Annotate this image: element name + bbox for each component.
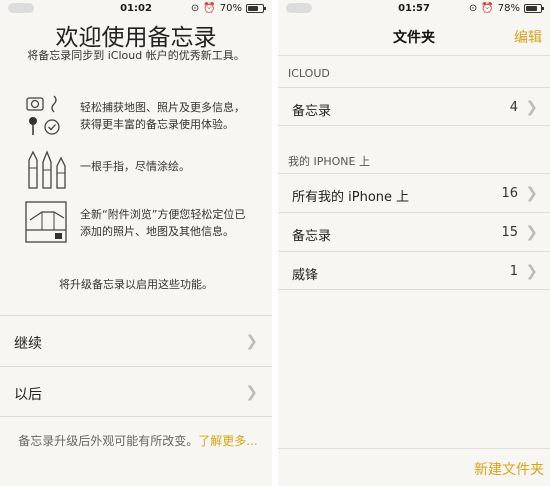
chevron-right-icon: ❯	[525, 184, 538, 202]
continue-label: 继续	[14, 336, 42, 352]
page-title: 文件夹	[393, 30, 435, 46]
bottom-toolbar: 新建文件夹	[278, 448, 550, 486]
chevron-right-icon: ❯	[525, 223, 538, 241]
folder-row-iphone-notes[interactable]: 备忘录 15 ❯	[278, 212, 550, 251]
folder-name: 所有我的 iPhone 上	[292, 190, 410, 205]
continue-button[interactable]: 继续 ❯	[0, 315, 272, 366]
section-header-iphone: 我的 IPHONE 上	[288, 155, 370, 168]
attachment-browser-icon	[25, 201, 67, 243]
feature-draw-line1: 一根手指，尽情涂绘。	[80, 160, 190, 173]
status-bar: 01:57 ⊙ ⏰ 78%	[278, 0, 550, 18]
welcome-screen: 01:02 ⊙ ⏰ 70% 欢迎使用备忘录 将备忘录同步到 iCloud 帐户的…	[0, 0, 272, 486]
learn-more-link[interactable]: 了解更多...	[198, 434, 257, 448]
upgrade-message: 将升级备忘录以启用这些功能。	[59, 278, 213, 291]
chevron-right-icon: ❯	[525, 262, 538, 280]
later-label: 以后	[14, 387, 42, 403]
edit-button[interactable]: 编辑	[514, 27, 542, 47]
feature-attachments-line1: 全新“附件浏览”方便您轻松定位已	[80, 208, 246, 221]
welcome-subtitle: 将备忘录同步到 iCloud 帐户的优秀新工具。	[27, 49, 245, 62]
chevron-right-icon: ❯	[245, 383, 258, 401]
folder-name: 备忘录	[292, 229, 332, 244]
new-folder-button[interactable]: 新建文件夹	[474, 459, 544, 479]
alarm-icon: ⏰	[203, 2, 216, 14]
section-header-icloud: ICLOUD	[288, 67, 330, 80]
feature-attachments-line2: 添加的照片、地图及其他信息。	[80, 225, 234, 238]
folder-count: 15	[501, 225, 518, 240]
folder-row-weifeng[interactable]: 威锋 1 ❯	[278, 251, 550, 290]
battery-percent: 70%	[219, 3, 242, 14]
camera-map-check-icon	[26, 95, 60, 135]
feature-attachments: 全新“附件浏览”方便您轻松定位已 添加的照片、地图及其他信息。	[24, 200, 264, 246]
folder-count: 4	[509, 100, 518, 115]
folder-row-all-iphone[interactable]: 所有我的 iPhone 上 16 ❯	[278, 173, 550, 212]
status-bar: 01:02 ⊙ ⏰ 70%	[0, 0, 272, 18]
folder-name: 威锋	[292, 268, 319, 283]
orientation-lock-icon: ⊙	[468, 2, 478, 14]
folder-row-icloud-notes[interactable]: 备忘录 4 ❯	[278, 87, 550, 126]
feature-draw: 一根手指，尽情涂绘。	[24, 146, 264, 192]
chevron-right-icon: ❯	[525, 98, 538, 116]
folder-name: 备忘录	[292, 104, 332, 119]
later-button[interactable]: 以后 ❯	[0, 366, 272, 417]
footer-note: 备忘录升级后外观可能有所改变。了解更多...	[14, 431, 262, 452]
feature-capture: 轻松捕获地图、照片及更多信息， 获得更丰富的备忘录使用体验。	[24, 93, 264, 139]
folder-count: 1	[509, 264, 518, 279]
battery-icon	[524, 4, 544, 13]
battery-icon	[246, 4, 266, 13]
battery-percent: 78%	[497, 3, 520, 14]
alarm-icon: ⏰	[481, 2, 494, 14]
folder-count: 16	[501, 186, 518, 201]
footer-text: 备忘录升级后外观可能有所改变。	[18, 434, 199, 448]
chevron-right-icon: ❯	[245, 332, 258, 350]
folders-screen: 01:57 ⊙ ⏰ 78% 文件夹 编辑 ICLOUD 备忘录 4 ❯ 我的 I…	[278, 0, 550, 486]
orientation-lock-icon: ⊙	[190, 2, 200, 14]
feature-capture-line2: 获得更丰富的备忘录使用体验。	[80, 118, 234, 131]
navigation-bar: 文件夹 编辑	[278, 18, 550, 56]
feature-capture-line1: 轻松捕获地图、照片及更多信息，	[80, 101, 245, 114]
pens-icon	[28, 150, 66, 189]
